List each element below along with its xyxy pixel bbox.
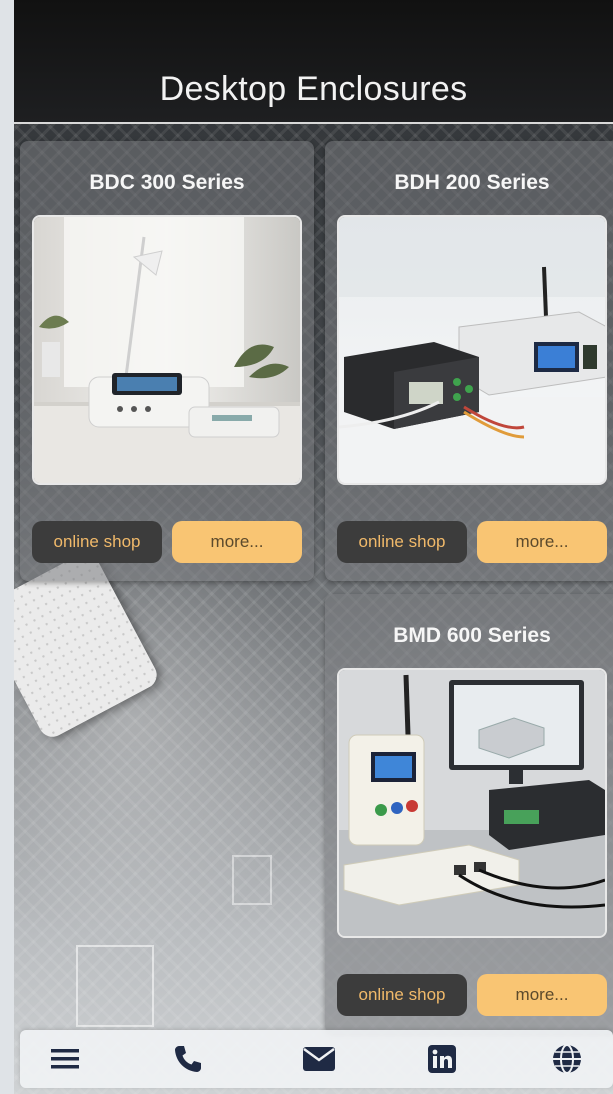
product-card-bdc-300: BDC 300 Series online shop more... xyxy=(20,141,314,581)
product-image-bdc-300[interactable] xyxy=(32,215,302,485)
language-button[interactable] xyxy=(547,1039,587,1079)
more-button[interactable]: more... xyxy=(172,521,302,563)
product-card-bmd-600: BMD 600 Series online shop more... xyxy=(325,594,613,1034)
background-decoration xyxy=(232,855,272,905)
product-image-bmd-600[interactable] xyxy=(337,668,607,938)
phone-icon xyxy=(175,1046,201,1072)
online-shop-button[interactable]: online shop xyxy=(337,974,467,1016)
online-shop-button[interactable]: online shop xyxy=(32,521,162,563)
product-image-bdh-200[interactable] xyxy=(337,215,607,485)
email-button[interactable] xyxy=(299,1039,339,1079)
more-button[interactable]: more... xyxy=(477,974,607,1016)
product-title[interactable]: BDH 200 Series xyxy=(325,171,613,195)
phone-button[interactable] xyxy=(168,1039,208,1079)
menu-icon xyxy=(51,1049,79,1069)
product-card-bdh-200: BDH 200 Series online shop more... xyxy=(325,141,613,581)
menu-button[interactable] xyxy=(45,1039,85,1079)
more-button[interactable]: more... xyxy=(477,521,607,563)
linkedin-button[interactable] xyxy=(422,1039,462,1079)
online-shop-button[interactable]: online shop xyxy=(337,521,467,563)
bottom-nav xyxy=(20,1030,613,1088)
header: Desktop Enclosures xyxy=(14,0,613,124)
product-title[interactable]: BMD 600 Series xyxy=(325,624,613,648)
linkedin-icon xyxy=(428,1045,456,1073)
page: Desktop Enclosures BDC 300 Series online… xyxy=(14,0,613,1094)
globe-icon xyxy=(553,1044,581,1074)
mail-icon xyxy=(303,1047,335,1071)
background-decoration xyxy=(76,945,154,1027)
page-title: Desktop Enclosures xyxy=(159,70,468,108)
product-title[interactable]: BDC 300 Series xyxy=(20,171,314,195)
